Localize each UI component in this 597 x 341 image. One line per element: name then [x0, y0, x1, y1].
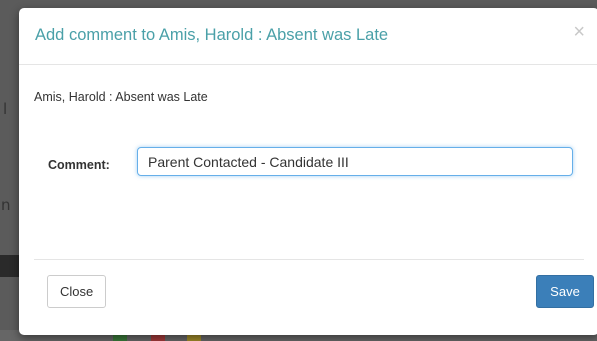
- background-text-fragment: l: [3, 100, 8, 118]
- dialog-header: Add comment to Amis, Harold : Absent was…: [19, 8, 597, 65]
- close-icon[interactable]: ×: [573, 22, 585, 42]
- comment-label: Comment:: [48, 158, 110, 172]
- dialog-title: Add comment to Amis, Harold : Absent was…: [35, 26, 389, 44]
- background-text-fragment: n: [1, 196, 11, 214]
- dialog-body: Amis, Harold : Absent was Late Comment:: [19, 65, 597, 258]
- student-status-text: Amis, Harold : Absent was Late: [34, 90, 208, 104]
- comment-input[interactable]: [137, 147, 573, 176]
- dialog-footer: Close Save: [34, 259, 594, 335]
- close-button[interactable]: Close: [47, 275, 106, 308]
- save-button[interactable]: Save: [536, 275, 594, 308]
- add-comment-dialog: Add comment to Amis, Harold : Absent was…: [19, 8, 597, 335]
